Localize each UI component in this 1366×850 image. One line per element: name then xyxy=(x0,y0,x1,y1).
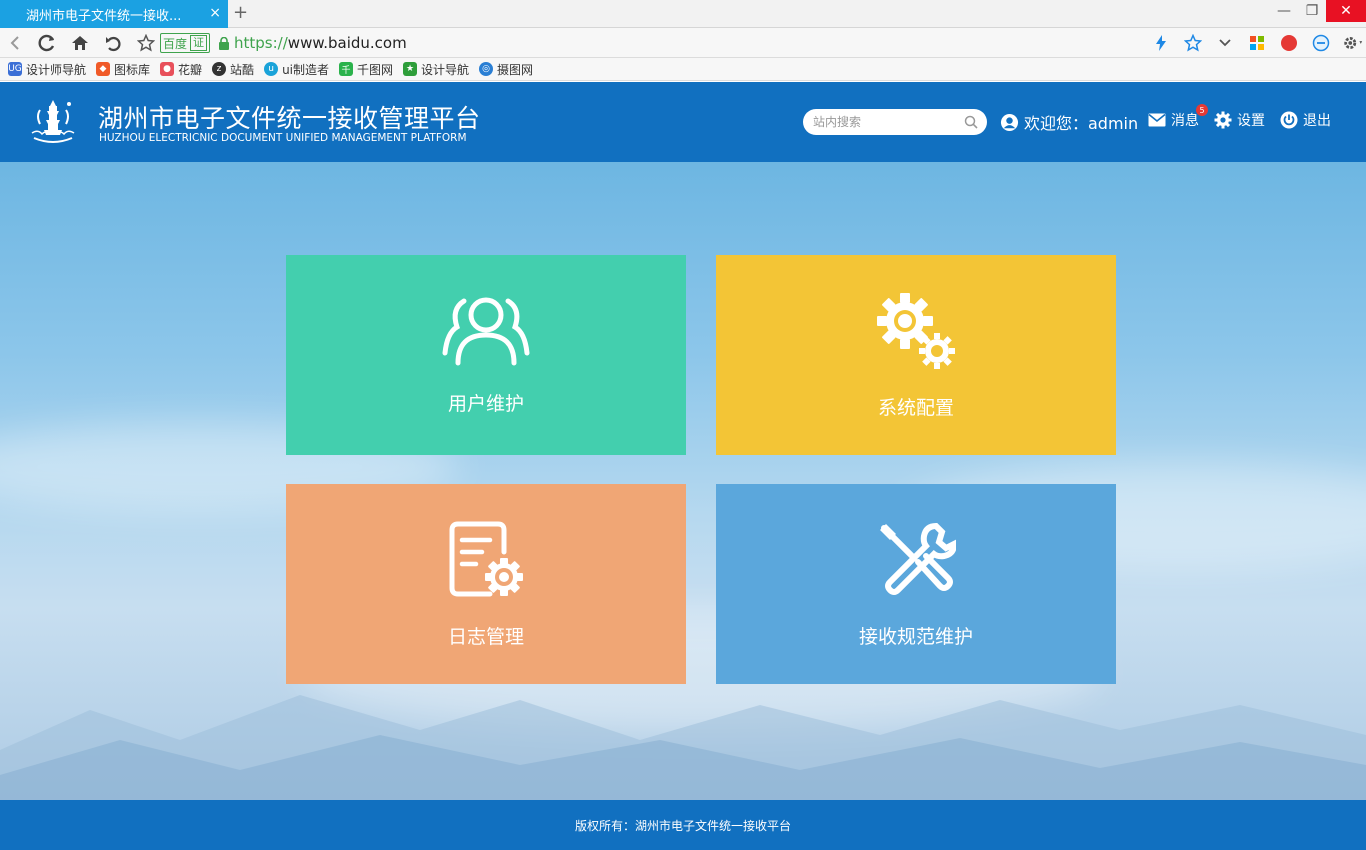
user-avatar-icon xyxy=(1000,113,1019,131)
refresh-icon[interactable] xyxy=(36,32,58,54)
bookmark-label: 站酷 xyxy=(230,62,255,77)
site-identity-label: 百度 xyxy=(163,36,188,51)
copyright-text: 版权所有：湖州市电子文件统一接收平台 xyxy=(574,818,791,833)
window-restore-button[interactable]: ❐ xyxy=(1298,0,1326,22)
tile-label: 日志管理 xyxy=(447,625,524,648)
tile-user-maintenance[interactable]: 用户维护 xyxy=(286,255,686,455)
tile-label: 用户维护 xyxy=(447,392,524,415)
tile-receive-rules[interactable]: 接收规范维护 xyxy=(716,484,1116,684)
dropdown-chevron-icon[interactable] xyxy=(1214,32,1236,54)
zcool-icon: z xyxy=(212,62,227,76)
gears-icon xyxy=(877,292,955,369)
bookmark-star-icon[interactable] xyxy=(1182,32,1204,54)
ug-icon: UG xyxy=(8,62,22,76)
window-close-button[interactable]: ✕ xyxy=(1326,0,1366,22)
tile-label: 接收规范维护 xyxy=(858,625,973,648)
site-identity-badge[interactable]: 百度 证 xyxy=(160,33,211,53)
sheji-icon: ◎ xyxy=(479,62,494,76)
settings-gear-icon xyxy=(1214,111,1232,129)
mail-icon xyxy=(1148,113,1166,127)
shield-icon: ★ xyxy=(403,62,418,76)
bookmark-item[interactable]: ◆ 图标库 xyxy=(96,61,150,78)
bookmark-label: 花瓣 xyxy=(178,62,203,77)
lightning-icon[interactable] xyxy=(1150,32,1172,54)
page-title: 湖州市电子文件统一接收管理平台 xyxy=(98,104,481,133)
favorite-star-icon[interactable] xyxy=(135,32,157,54)
tile-log-management[interactable]: 日志管理 xyxy=(286,484,686,684)
tile-label: 系统配置 xyxy=(877,396,954,419)
settings-label: 设置 xyxy=(1237,113,1265,129)
bookmark-label: 千图网 xyxy=(357,62,394,77)
messages-button[interactable]: 消息 5 xyxy=(1148,104,1208,130)
window-minimize-button[interactable]: — xyxy=(1270,0,1298,22)
url-host: www.baidu.com xyxy=(287,34,407,52)
bookmark-item[interactable]: ★ 设计导航 xyxy=(403,61,469,78)
users-icon xyxy=(442,297,530,365)
bookmark-label: 图标库 xyxy=(114,62,151,77)
bookmark-label: 摄图网 xyxy=(497,62,534,77)
browser-tab-active[interactable]: 湖州市电子文件统一接收... × xyxy=(0,0,228,28)
settings-button[interactable]: 设置 xyxy=(1214,110,1265,130)
bookmark-item[interactable]: ● 花瓣 xyxy=(160,61,202,78)
huaban-icon: ● xyxy=(160,62,175,76)
logout-label: 退出 xyxy=(1303,113,1331,129)
url-scheme: https:// xyxy=(234,34,288,52)
welcome-text: 欢迎您：admin xyxy=(1024,114,1139,133)
iconlib-icon: ◆ xyxy=(96,62,111,76)
tools-icon xyxy=(880,522,956,595)
extension-red-icon[interactable] xyxy=(1278,32,1300,54)
lock-icon xyxy=(218,36,230,50)
bookmarks-bar: UG 设计师导航 ◆ 图标库 ● 花瓣 z 站酷 u ui制造者 千 千图网 ★… xyxy=(0,58,1366,81)
power-icon xyxy=(1280,111,1298,129)
uimaker-icon: u xyxy=(264,62,279,76)
cert-label: 证 xyxy=(190,35,208,51)
bookmark-label: 设计师导航 xyxy=(26,62,87,77)
browser-tab-bar: 湖州市电子文件统一接收... × + — ❐ ✕ xyxy=(0,0,1366,28)
main-content: 用户维护 系统配置 日志管理 接收规范维护 xyxy=(0,162,1366,800)
tile-system-config[interactable]: 系统配置 xyxy=(716,255,1116,455)
new-tab-button[interactable]: + xyxy=(233,3,248,23)
platform-logo-icon xyxy=(28,96,78,146)
address-bar[interactable]: 百度 证 https://www.baidu.com xyxy=(160,31,1200,55)
bookmark-item[interactable]: 千 千图网 xyxy=(339,61,393,78)
browser-toolbar-right xyxy=(1150,32,1364,54)
bookmark-item[interactable]: ◎ 摄图网 xyxy=(479,61,533,78)
apps-grid-icon[interactable] xyxy=(1246,32,1268,54)
bookmark-label: 设计导航 xyxy=(421,62,470,77)
search-icon[interactable] xyxy=(964,115,978,132)
site-search-box[interactable] xyxy=(803,109,987,135)
logout-button[interactable]: 退出 xyxy=(1280,110,1331,130)
bookmark-label: ui制造者 xyxy=(282,62,330,77)
page-footer: 版权所有：湖州市电子文件统一接收平台 xyxy=(0,800,1366,850)
tab-close-icon[interactable]: × xyxy=(209,5,221,21)
log-settings-icon xyxy=(449,521,523,596)
zoom-out-icon[interactable] xyxy=(1310,32,1332,54)
messages-label: 消息 xyxy=(1171,113,1199,129)
tab-title: 湖州市电子文件统一接收... xyxy=(26,8,182,24)
browser-nav-bar: 百度 证 https://www.baidu.com xyxy=(0,28,1366,58)
home-icon[interactable] xyxy=(69,32,91,54)
search-input[interactable] xyxy=(813,115,953,129)
messages-count-badge: 5 xyxy=(1196,104,1208,116)
undo-icon[interactable] xyxy=(102,32,124,54)
app-header: 湖州市电子文件统一接收管理平台 HUZHOU ELECTRICNIC DOCUM… xyxy=(0,82,1366,162)
bookmark-item[interactable]: z 站酷 xyxy=(212,61,254,78)
page-subtitle: HUZHOU ELECTRICNIC DOCUMENT UNIFIED MANA… xyxy=(99,132,467,144)
qiantu-icon: 千 xyxy=(339,62,354,76)
url-text[interactable]: https://www.baidu.com xyxy=(234,34,407,52)
browser-settings-gear-icon[interactable] xyxy=(1342,32,1364,54)
back-icon[interactable] xyxy=(4,32,26,54)
user-welcome[interactable]: 欢迎您：admin xyxy=(1000,110,1138,134)
bookmark-item[interactable]: u ui制造者 xyxy=(264,61,329,78)
bookmark-item[interactable]: UG 设计师导航 xyxy=(8,61,86,78)
